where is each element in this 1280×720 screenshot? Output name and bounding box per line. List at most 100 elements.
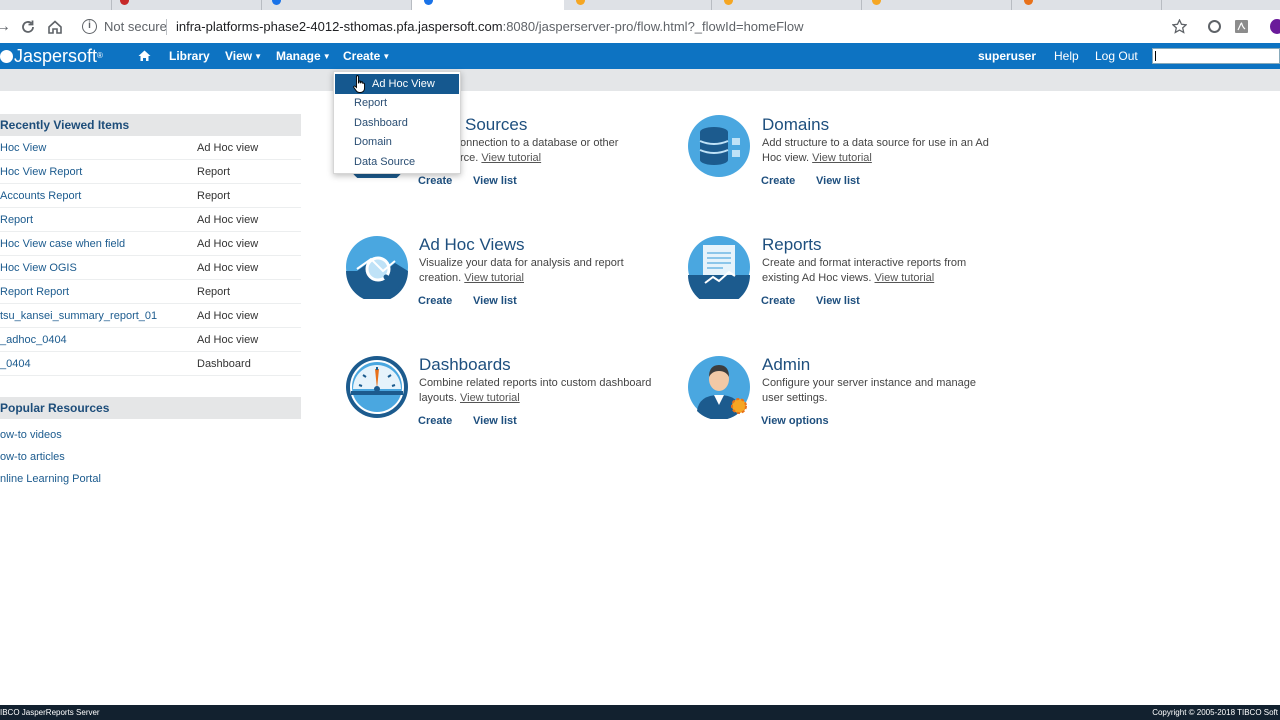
browser-tab[interactable] bbox=[1012, 0, 1162, 10]
popular-resources-header: Popular Resources bbox=[0, 397, 301, 419]
list-item[interactable]: Hoc View case when field Ad Hoc view bbox=[0, 232, 301, 256]
list-item[interactable]: Report Report Report bbox=[0, 280, 301, 304]
list-item[interactable]: tsu_kansei_summary_report_01 Ad Hoc view bbox=[0, 304, 301, 328]
domains-icon[interactable] bbox=[687, 114, 751, 178]
adhoc-views-icon[interactable] bbox=[345, 235, 409, 302]
menu-library-label: Library bbox=[169, 49, 210, 63]
home-icon[interactable] bbox=[46, 18, 64, 36]
adhoc-views-tutorial-link[interactable]: View tutorial bbox=[464, 272, 524, 284]
domains-viewlist-link[interactable]: View list bbox=[816, 175, 860, 187]
data-sources-viewlist-link[interactable]: View list bbox=[473, 175, 517, 187]
browser-tab[interactable] bbox=[0, 0, 112, 10]
item-name[interactable]: Hoc View bbox=[0, 142, 46, 154]
create-menu-item-data-source[interactable]: Data Source bbox=[334, 152, 460, 172]
browser-tab[interactable] bbox=[112, 0, 262, 10]
menu-manage[interactable]: Manage ▼ bbox=[276, 49, 331, 63]
item-name[interactable]: _0404 bbox=[0, 358, 31, 370]
reports-icon[interactable] bbox=[687, 235, 751, 306]
jaspersoft-logo[interactable]: Jaspersoft® bbox=[0, 47, 103, 65]
item-name[interactable]: Hoc View case when field bbox=[0, 238, 125, 250]
browser-tab[interactable] bbox=[262, 0, 412, 10]
pdf-icon[interactable] bbox=[1234, 19, 1249, 34]
app-footer: IBCO JasperReports Server Copyright © 20… bbox=[0, 705, 1280, 720]
list-item[interactable]: Hoc View Report Report bbox=[0, 160, 301, 184]
menu-manage-label: Manage bbox=[276, 49, 321, 63]
browser-tab[interactable] bbox=[712, 0, 862, 10]
reload-icon[interactable] bbox=[19, 18, 37, 36]
home-icon[interactable] bbox=[137, 48, 152, 63]
adhoc-views-title[interactable]: Ad Hoc Views bbox=[419, 235, 525, 255]
admin-icon[interactable] bbox=[687, 355, 751, 421]
url-separator bbox=[166, 19, 167, 35]
menu-view-label: View bbox=[225, 49, 253, 63]
dashboards-icon[interactable] bbox=[345, 355, 409, 419]
menu-library[interactable]: Library bbox=[169, 49, 210, 63]
reports-desc: Create and format interactive reports fr… bbox=[762, 256, 997, 286]
domains-create-link[interactable]: Create bbox=[761, 175, 795, 187]
list-item[interactable]: Accounts Report Report bbox=[0, 184, 301, 208]
logout-link[interactable]: Log Out bbox=[1095, 49, 1138, 63]
menu-view[interactable]: View ▼ bbox=[225, 49, 262, 63]
url-field[interactable]: infra-platforms-phase2-4012-sthomas.pfa.… bbox=[176, 19, 804, 34]
item-name[interactable]: Report Report bbox=[0, 286, 69, 298]
popular-resources-title: Popular Resources bbox=[0, 401, 110, 415]
reports-create-link[interactable]: Create bbox=[761, 295, 795, 307]
profile-avatar[interactable] bbox=[1270, 19, 1280, 34]
dashboards-create-link[interactable]: Create bbox=[418, 415, 452, 427]
not-secure-label: Not secure bbox=[104, 19, 167, 34]
howto-articles-link[interactable]: ow-to articles bbox=[0, 451, 65, 463]
create-menu-item-report[interactable]: Report bbox=[334, 93, 460, 113]
create-menu-item-dashboard[interactable]: Dashboard bbox=[334, 113, 460, 133]
back-icon[interactable]: → bbox=[0, 18, 12, 36]
reports-desc-text: Create and format interactive reports fr… bbox=[762, 257, 967, 284]
search-input[interactable] bbox=[1152, 48, 1280, 64]
help-link[interactable]: Help bbox=[1054, 49, 1079, 63]
dashboards-viewlist-link[interactable]: View list bbox=[473, 415, 517, 427]
item-name[interactable]: tsu_kansei_summary_report_01 bbox=[0, 310, 157, 322]
browser-tab[interactable] bbox=[564, 0, 712, 10]
domains-tutorial-link[interactable]: View tutorial bbox=[812, 152, 872, 164]
data-sources-create-link[interactable]: Create bbox=[418, 175, 452, 187]
menu-create[interactable]: Create ▼ bbox=[343, 49, 390, 63]
domains-title[interactable]: Domains bbox=[762, 115, 829, 135]
item-name[interactable]: Hoc View OGIS bbox=[0, 262, 77, 274]
data-sources-title[interactable]: Sources bbox=[465, 115, 527, 135]
browser-tabstrip bbox=[0, 0, 1280, 10]
reports-title[interactable]: Reports bbox=[762, 235, 822, 255]
dashboards-tutorial-link[interactable]: View tutorial bbox=[460, 392, 520, 404]
item-name[interactable]: _adhoc_0404 bbox=[0, 334, 67, 346]
item-name[interactable]: Accounts Report bbox=[0, 190, 81, 202]
admin-view-options-link[interactable]: View options bbox=[761, 415, 829, 427]
list-item[interactable]: Hoc View Ad Hoc view bbox=[0, 136, 301, 160]
adhoc-views-create-link[interactable]: Create bbox=[418, 295, 452, 307]
reports-viewlist-link[interactable]: View list bbox=[816, 295, 860, 307]
item-type: Ad Hoc view bbox=[197, 214, 259, 226]
adhoc-views-viewlist-link[interactable]: View list bbox=[473, 295, 517, 307]
star-icon[interactable] bbox=[1171, 18, 1188, 34]
recently-viewed-header: Recently Viewed Items bbox=[0, 114, 301, 136]
item-type: Ad Hoc view bbox=[197, 142, 259, 154]
list-item[interactable]: _0404 Dashboard bbox=[0, 352, 301, 376]
create-menu-item-domain[interactable]: Domain bbox=[334, 132, 460, 152]
howto-videos-link[interactable]: ow-to videos bbox=[0, 429, 62, 441]
current-user[interactable]: superuser bbox=[978, 49, 1036, 63]
browser-tab-active[interactable] bbox=[412, 0, 564, 10]
item-type: Ad Hoc view bbox=[197, 238, 259, 250]
reports-tutorial-link[interactable]: View tutorial bbox=[875, 272, 935, 284]
admin-title[interactable]: Admin bbox=[762, 355, 810, 375]
item-name[interactable]: Hoc View Report bbox=[0, 166, 82, 178]
logo-text: Jaspersoft bbox=[14, 46, 98, 66]
data-sources-tutorial-link[interactable]: View tutorial bbox=[481, 152, 541, 164]
extension-icon[interactable] bbox=[1207, 19, 1222, 34]
list-item[interactable]: Hoc View OGIS Ad Hoc view bbox=[0, 256, 301, 280]
list-item[interactable]: Report Ad Hoc view bbox=[0, 208, 301, 232]
info-icon[interactable]: i bbox=[82, 19, 97, 34]
dashboards-title[interactable]: Dashboards bbox=[419, 355, 511, 375]
dashboards-desc: Combine related reports into custom dash… bbox=[419, 376, 654, 406]
hand-cursor-icon bbox=[353, 74, 367, 94]
online-learning-link[interactable]: nline Learning Portal bbox=[0, 473, 101, 485]
item-name[interactable]: Report bbox=[0, 214, 33, 226]
browser-tab[interactable] bbox=[862, 0, 1012, 10]
item-type: Report bbox=[197, 166, 231, 178]
list-item[interactable]: _adhoc_0404 Ad Hoc view bbox=[0, 328, 301, 352]
